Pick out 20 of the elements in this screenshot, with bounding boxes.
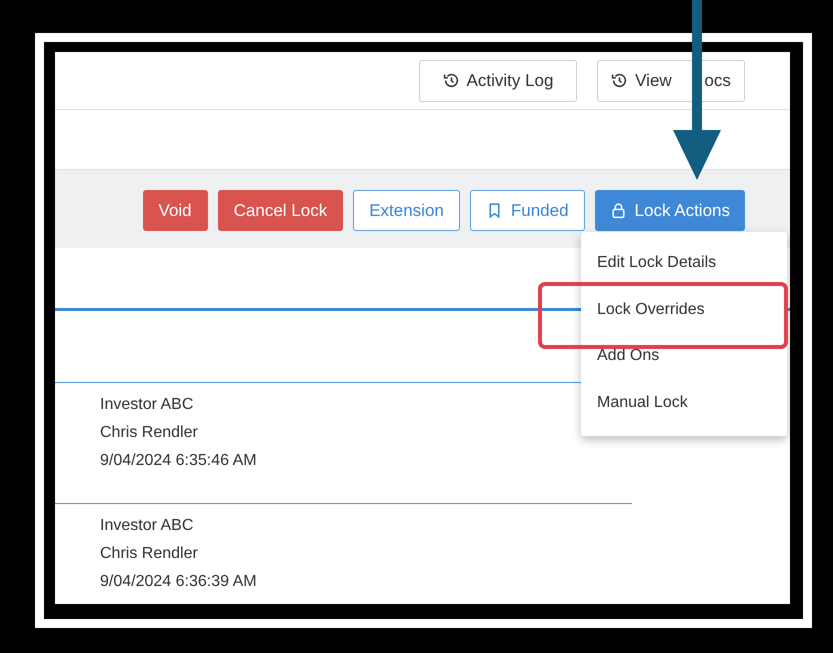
- menu-item[interactable]: Add Ons: [581, 343, 787, 369]
- timestamp: 9/04/2024 6:35:46 AM: [100, 451, 257, 471]
- history-icon: [611, 72, 628, 89]
- menu-item[interactable]: Manual Lock: [581, 390, 787, 416]
- action-button[interactable]: Lock Actions: [594, 190, 745, 231]
- menu-item[interactable]: Lock Overrides: [581, 296, 781, 322]
- user-name: Chris Rendler: [100, 423, 198, 443]
- action-button[interactable]: Funded: [470, 190, 585, 231]
- action-button[interactable]: Void: [142, 190, 208, 231]
- header-button[interactable]: Activity Log: [419, 60, 577, 102]
- action-button[interactable]: Extension: [353, 190, 460, 231]
- history-icon: [442, 72, 460, 89]
- user-name: Chris Rendler: [100, 544, 198, 564]
- investor-name: Investor ABC: [100, 395, 194, 415]
- timestamp: 9/04/2024 6:36:39 AM: [100, 572, 257, 592]
- header-button[interactable]: View ocs: [597, 60, 745, 102]
- investor-name: Investor ABC: [100, 516, 194, 536]
- action-button[interactable]: Cancel Lock: [218, 190, 344, 231]
- lock-icon: [610, 202, 627, 219]
- menu-item[interactable]: Edit Lock Details: [581, 250, 787, 276]
